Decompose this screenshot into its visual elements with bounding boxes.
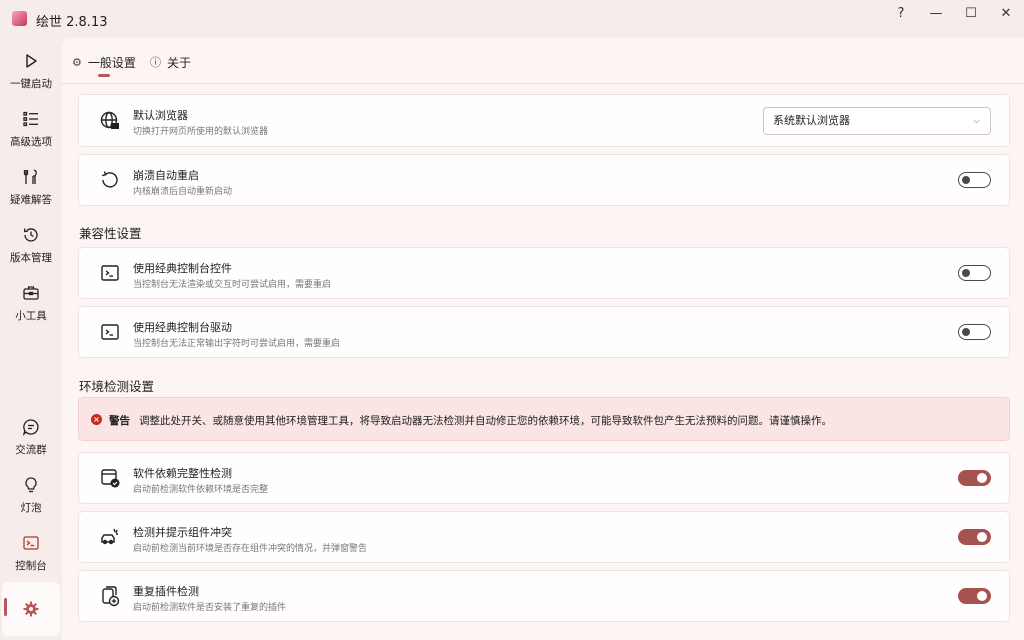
nav-item-lightbulb[interactable]: 灯泡 bbox=[2, 470, 60, 524]
tab-label: 关于 bbox=[167, 55, 192, 70]
setting-desc: 当控制台无法渲染或交互时可尝试启用，需要重启 bbox=[133, 280, 332, 290]
browser-setting-card: 默认浏览器 切换打开网页所使用的默认浏览器 系统默认浏览器 ⌵ bbox=[78, 94, 1010, 147]
nav-item-advanced[interactable]: 高级选项 bbox=[2, 104, 60, 158]
setting-desc: 切换打开网页所使用的默认浏览器 bbox=[133, 127, 269, 137]
tools-icon bbox=[23, 169, 37, 184]
setting-title: 检测并提示组件冲突 bbox=[133, 526, 232, 539]
setting-desc: 启动前检测软件是否安装了重复的插件 bbox=[133, 603, 287, 613]
chevron-down-icon: ⌵ bbox=[973, 115, 980, 126]
nav-item-troubleshoot[interactable]: 疑难解答 bbox=[2, 162, 60, 216]
nav-label: 控制台 bbox=[15, 560, 47, 572]
dep-check-toggle[interactable] bbox=[958, 470, 991, 486]
nav-item-chat[interactable]: 交流群 bbox=[2, 412, 60, 466]
crash-restart-toggle[interactable] bbox=[958, 172, 991, 188]
warning-text: 调整此处开关、或随意使用其他环境管理工具，将导致启动器无法检测并自动修正您的依赖… bbox=[139, 415, 832, 427]
nav-label: 小工具 bbox=[15, 310, 47, 322]
minimize-button[interactable]: — bbox=[918, 0, 954, 26]
nav-item-launch[interactable]: 一键启动 bbox=[2, 46, 60, 100]
chat-icon bbox=[22, 419, 39, 436]
console-icon bbox=[101, 265, 119, 281]
setting-title: 默认浏览器 bbox=[133, 109, 188, 122]
history-icon bbox=[23, 228, 38, 242]
nav-item-version[interactable]: 版本管理 bbox=[2, 220, 60, 274]
classic-console-driver-card: 使用经典控制台驱动 当控制台无法正常输出字符时可尝试启用，需要重启 bbox=[78, 306, 1010, 358]
setting-desc: 当控制台无法正常输出字符时可尝试启用，需要重启 bbox=[133, 339, 341, 349]
nav-label: 交流群 bbox=[15, 444, 47, 456]
settings-content: ⚙ 一般设置 ⓘ 关于 默认浏览器 切换打开网页所使用的默认浏览器 系统默认浏览… bbox=[62, 38, 1024, 640]
browser-select-value: 系统默认浏览器 bbox=[773, 113, 850, 127]
classic-console-driver-toggle[interactable] bbox=[958, 324, 991, 340]
conflict-check-card: 检测并提示组件冲突 启动前检测当前环境是否存在组件冲突的情况，并弹窗警告 bbox=[78, 511, 1010, 563]
console-icon bbox=[23, 536, 39, 550]
duplicate-add-icon bbox=[102, 586, 120, 607]
tab-active-indicator bbox=[98, 74, 110, 77]
setting-desc: 内核崩溃后自动重新启动 bbox=[133, 187, 233, 197]
toolbox-icon bbox=[23, 286, 39, 300]
restart-icon bbox=[102, 171, 118, 188]
car-crash-icon bbox=[101, 528, 118, 545]
info-icon: ⓘ bbox=[150, 56, 161, 69]
nav-item-settings[interactable] bbox=[2, 582, 60, 636]
nav-label: 版本管理 bbox=[10, 252, 52, 264]
warning-banner: × 警告 调整此处开关、或随意使用其他环境管理工具，将导致启动器无法检测并自动修… bbox=[78, 397, 1010, 441]
nav-label: 灯泡 bbox=[20, 502, 42, 514]
title-bar: 绘世 2.8.13 ? — ☐ ✕ bbox=[0, 0, 1024, 38]
app-check-icon bbox=[101, 469, 120, 488]
error-icon: × bbox=[91, 414, 102, 425]
setting-desc: 启动前检测软件依赖环境是否完整 bbox=[133, 485, 269, 495]
nav-item-console[interactable]: 控制台 bbox=[2, 528, 60, 582]
close-button[interactable]: ✕ bbox=[988, 0, 1024, 26]
dep-check-card: 软件依赖完整性检测 启动前检测软件依赖环境是否完整 bbox=[78, 452, 1010, 504]
lightbulb-icon bbox=[25, 477, 37, 493]
active-indicator bbox=[4, 598, 7, 616]
window-title: 绘世 2.8.13 bbox=[36, 15, 108, 30]
setting-title: 崩溃自动重启 bbox=[133, 169, 199, 182]
section-title-env: 环境检测设置 bbox=[79, 379, 155, 394]
gear-icon bbox=[23, 601, 39, 617]
setting-title: 使用经典控制台驱动 bbox=[133, 321, 232, 334]
tab-general[interactable]: ⚙ 一般设置 bbox=[72, 52, 136, 72]
tab-label: 一般设置 bbox=[87, 55, 136, 70]
maximize-button[interactable]: ☐ bbox=[953, 0, 989, 26]
help-button[interactable]: ? bbox=[883, 0, 919, 26]
browser-select[interactable]: 系统默认浏览器 ⌵ bbox=[763, 106, 991, 135]
classic-console-ctrl-toggle[interactable] bbox=[958, 265, 991, 281]
gear-icon: ⚙ bbox=[72, 55, 82, 69]
setting-title: 使用经典控制台控件 bbox=[133, 262, 232, 275]
section-title-compat: 兼容性设置 bbox=[79, 226, 142, 241]
tab-bar: ⚙ 一般设置 ⓘ 关于 bbox=[62, 38, 1024, 84]
dup-plugin-check-card: 重复插件检测 启动前检测软件是否安装了重复的插件 bbox=[78, 570, 1010, 622]
setting-desc: 启动前检测当前环境是否存在组件冲突的情况，并弹窗警告 bbox=[133, 544, 368, 554]
play-icon bbox=[26, 54, 37, 68]
sidebar: 一键启动 高级选项 疑难解答 版本管理 小工具 交流群 灯泡 控制台 bbox=[0, 38, 62, 640]
nav-label: 高级选项 bbox=[10, 136, 52, 148]
dup-plugin-check-toggle[interactable] bbox=[958, 588, 991, 604]
globe-icon bbox=[100, 111, 119, 129]
nav-item-tools[interactable]: 小工具 bbox=[2, 278, 60, 332]
app-logo-icon bbox=[12, 11, 27, 26]
warning-title: 警告 bbox=[109, 415, 130, 427]
setting-title: 软件依赖完整性检测 bbox=[133, 467, 232, 480]
console-icon bbox=[101, 324, 119, 340]
crash-restart-card: 崩溃自动重启 内核崩溃后自动重新启动 bbox=[78, 154, 1010, 206]
classic-console-ctrl-card: 使用经典控制台控件 当控制台无法渲染或交互时可尝试启用，需要重启 bbox=[78, 247, 1010, 299]
setting-title: 重复插件检测 bbox=[133, 585, 199, 598]
conflict-check-toggle[interactable] bbox=[958, 529, 991, 545]
nav-label: 疑难解答 bbox=[10, 194, 52, 206]
list-icon bbox=[23, 111, 38, 127]
tab-about[interactable]: ⓘ 关于 bbox=[150, 52, 191, 72]
nav-label: 一键启动 bbox=[10, 78, 52, 90]
